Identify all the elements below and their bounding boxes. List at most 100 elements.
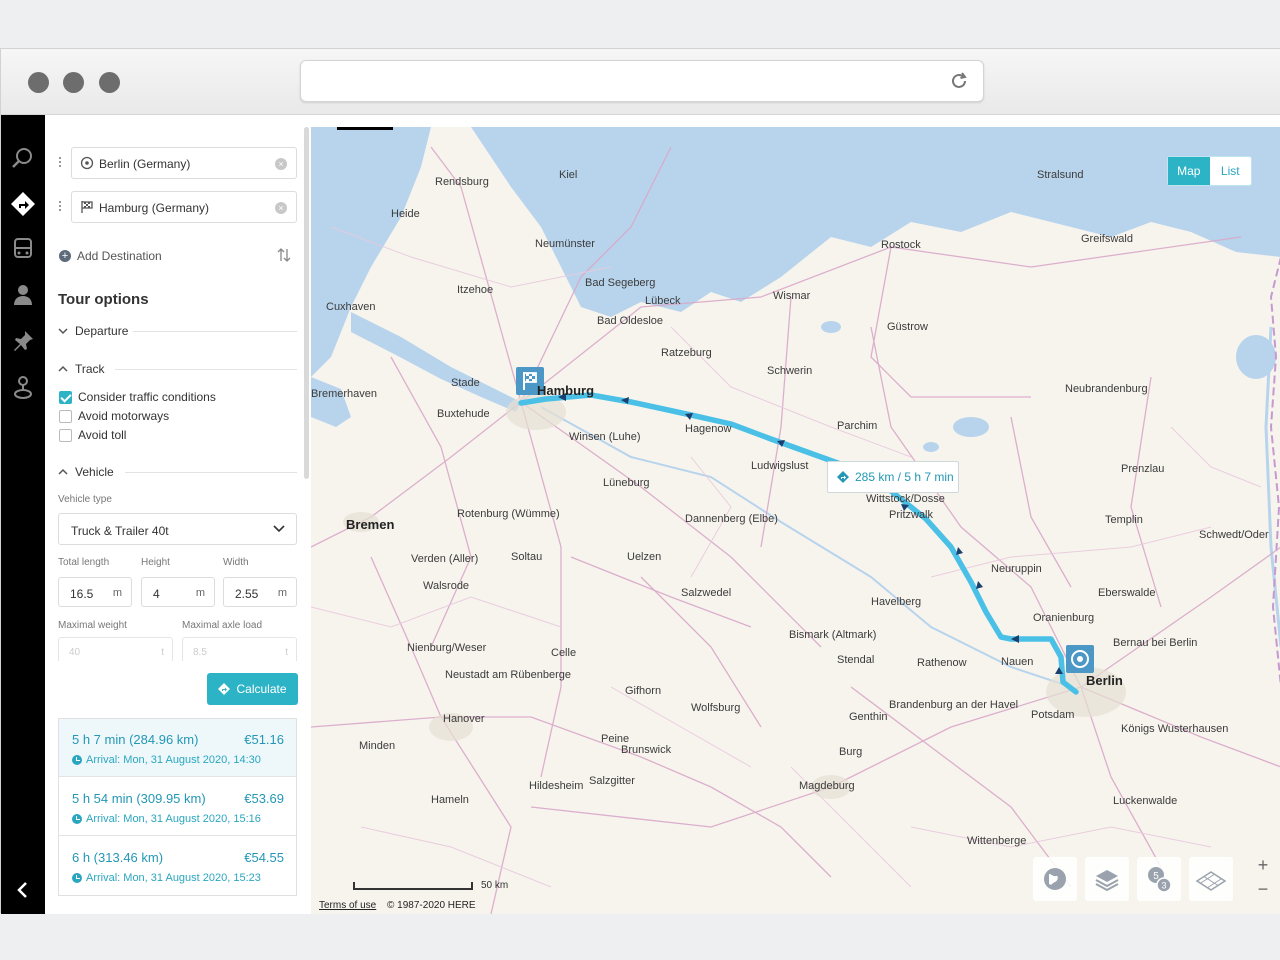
- chevron-down-icon: [58, 328, 68, 335]
- traffic-signs-button[interactable]: 53: [1137, 857, 1181, 901]
- browser-chrome: [1, 49, 1280, 115]
- origin-field[interactable]: Berlin (Germany) ×: [71, 147, 297, 179]
- browser-window: Berlin (Germany) × Hamburg (Germany) × +…: [0, 48, 1280, 914]
- calculate-label: Calculate: [236, 682, 287, 696]
- city-label: Wittstock/Dosse: [866, 493, 945, 505]
- city-label: Stade: [451, 377, 480, 389]
- drag-handle-icon[interactable]: [58, 156, 62, 170]
- calculate-button[interactable]: Calculate: [207, 673, 298, 705]
- track-section-toggle[interactable]: Track: [58, 362, 105, 376]
- globe-icon: [1044, 868, 1066, 890]
- route-result-item[interactable]: 6 h (313.46 km) €54.55 Arrival: Mon, 31 …: [59, 837, 296, 895]
- vehicle-section-toggle[interactable]: Vehicle: [58, 465, 114, 479]
- city-label: Brunswick: [621, 744, 672, 756]
- max-axle-input[interactable]: 8.5 t: [182, 637, 297, 661]
- panel-scrollbar[interactable]: [304, 127, 309, 479]
- city-label: Salzgitter: [589, 775, 635, 787]
- width-label: Width: [223, 557, 249, 568]
- vehicle-type-select[interactable]: Truck & Trailer 40t: [58, 513, 297, 545]
- route-summary: 5 h 54 min (309.95 km): [72, 791, 206, 806]
- globe-button[interactable]: [1033, 857, 1077, 901]
- max-weight-input[interactable]: 40 t: [58, 637, 173, 661]
- collapse-chevron-icon[interactable]: [10, 877, 36, 903]
- pin-icon[interactable]: [10, 328, 36, 354]
- unit-label: m: [195, 587, 205, 599]
- window-close-dot[interactable]: [28, 72, 49, 93]
- city-label: Berlin: [1086, 673, 1123, 688]
- zoom-out-button[interactable]: −: [1253, 877, 1273, 901]
- route-diamond-icon: [218, 683, 231, 695]
- route-panel: Berlin (Germany) × Hamburg (Germany) × +…: [45, 127, 311, 914]
- route-summary-badge[interactable]: 285 km / 5 h 7 min: [827, 461, 959, 493]
- city-label: Uelzen: [627, 551, 662, 563]
- map-view-tab[interactable]: Map: [1168, 157, 1210, 185]
- height-input[interactable]: 4 m: [141, 577, 215, 607]
- city-label: Ratzeburg: [661, 347, 712, 359]
- city-label: Eberswalde: [1098, 587, 1156, 599]
- city-label: Hagenow: [685, 423, 732, 435]
- destination-field[interactable]: Hamburg (Germany) ×: [71, 191, 297, 223]
- terms-link[interactable]: Terms of use: [319, 900, 376, 911]
- address-bar[interactable]: [300, 60, 984, 102]
- city-label: Königs Wusterhausen: [1121, 723, 1229, 735]
- city-label: Kiel: [559, 169, 578, 181]
- checkbox-checked-icon[interactable]: [59, 390, 72, 404]
- map-list-toggle[interactable]: Map List: [1167, 156, 1252, 186]
- chevron-down-icon: [273, 525, 285, 533]
- city-label: Buxtehude: [437, 408, 490, 420]
- layers-icon: [1095, 870, 1119, 892]
- checkbox-avoid-toll[interactable]: Avoid toll: [59, 428, 126, 442]
- city-label: Dannenberg (Elbe): [685, 513, 778, 525]
- route-result-item[interactable]: 5 h 54 min (309.95 km) €53.69 Arrival: M…: [59, 778, 296, 836]
- total-length-input[interactable]: 16.5 m: [58, 577, 132, 607]
- window-minimize-dot[interactable]: [63, 72, 84, 93]
- city-label: Bremen: [346, 517, 395, 532]
- city-label: Brandenburg an der Havel: [889, 699, 1019, 711]
- swap-icon[interactable]: [277, 247, 291, 263]
- checkbox-box[interactable]: [59, 428, 72, 442]
- city-label: Stendal: [837, 654, 875, 666]
- svg-text:3: 3: [1161, 881, 1166, 891]
- city-label: Greifswald: [1081, 233, 1133, 245]
- city-label: Nauen: [1001, 656, 1034, 668]
- layers-button[interactable]: [1085, 857, 1129, 901]
- grid-plane-icon: [1195, 871, 1227, 891]
- add-destination-button[interactable]: + Add Destination: [59, 249, 162, 263]
- person-icon[interactable]: [10, 282, 36, 308]
- search-icon[interactable]: [10, 145, 36, 171]
- checkbox-label: Avoid motorways: [78, 409, 170, 423]
- zoom-in-button[interactable]: +: [1253, 853, 1273, 877]
- checkbox-avoid-motorways[interactable]: Avoid motorways: [59, 409, 169, 423]
- city-label: Ludwigslust: [751, 460, 809, 472]
- drag-handle-icon[interactable]: [58, 200, 62, 214]
- max-weight-label: Maximal weight: [58, 620, 127, 631]
- width-input[interactable]: 2.55 m: [223, 577, 297, 607]
- city-label: Havelberg: [871, 596, 922, 608]
- city-label: Cuxhaven: [326, 301, 376, 313]
- city-label: Magdeburg: [799, 780, 855, 792]
- origin-target-marker[interactable]: [1066, 645, 1094, 673]
- city-label: Hanover: [443, 713, 485, 725]
- city-label: Templin: [1105, 514, 1143, 526]
- checkbox-box[interactable]: [59, 409, 72, 423]
- add-destination-label: Add Destination: [77, 249, 162, 263]
- city-label: Güstrow: [887, 321, 928, 333]
- nav-rail: [1, 115, 45, 914]
- location-person-icon[interactable]: [10, 374, 36, 400]
- zoom-controls: + −: [1253, 853, 1273, 901]
- terrain-button[interactable]: [1189, 857, 1233, 901]
- list-view-tab[interactable]: List: [1210, 157, 1252, 185]
- map-canvas[interactable]: Map List 285 km / 5 h 7 min Berlin Hambu…: [311, 127, 1280, 914]
- route-arrival-text: Arrival: Mon, 31 August 2020, 15:16: [86, 813, 261, 825]
- clear-destination-icon[interactable]: ×: [275, 202, 287, 214]
- window-maximize-dot[interactable]: [99, 72, 120, 93]
- reload-icon[interactable]: [948, 70, 970, 92]
- route-icon[interactable]: [10, 191, 36, 217]
- departure-section-toggle[interactable]: Departure: [58, 324, 128, 338]
- city-label: Wolfsburg: [691, 702, 741, 714]
- city-label: Salzwedel: [681, 587, 732, 599]
- checkbox-traffic[interactable]: Consider traffic conditions: [59, 390, 216, 404]
- clear-origin-icon[interactable]: ×: [275, 158, 287, 170]
- bus-icon[interactable]: [10, 236, 36, 262]
- route-result-item[interactable]: 5 h 7 min (284.96 km) €51.16 Arrival: Mo…: [59, 719, 296, 777]
